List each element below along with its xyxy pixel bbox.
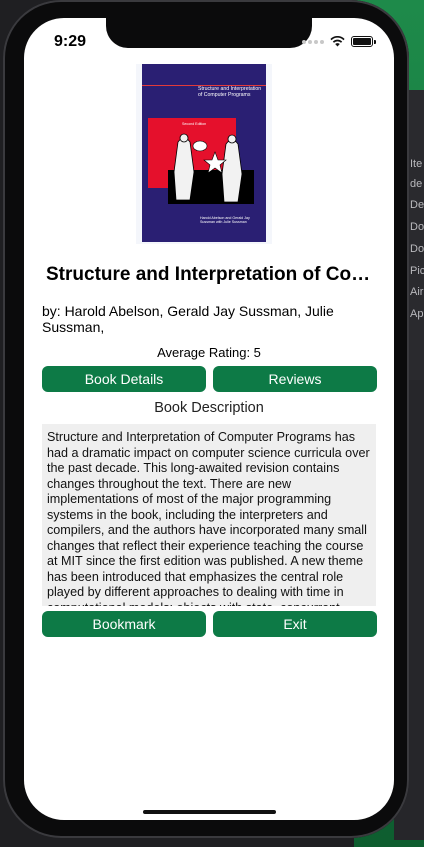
book-authors: by: Harold Abelson, Gerald Jay Sussman, … (42, 303, 334, 335)
wifi-icon (330, 36, 345, 47)
background-text-item: Ite (410, 158, 423, 170)
notch (106, 18, 312, 48)
book-details-button[interactable]: Book Details (42, 366, 206, 392)
description-heading: Book Description (154, 400, 264, 416)
status-icons (302, 36, 376, 47)
cover-authors: Harold Abelson and Gerald Jay Sussman wi… (200, 216, 250, 225)
bookmark-button[interactable]: Bookmark (42, 611, 206, 637)
background-text-item: Do (410, 243, 424, 255)
status-time: 9:29 (54, 33, 87, 50)
background-text-item: de (410, 178, 423, 190)
background-text-item: Pic (410, 265, 424, 277)
book-cover: Structure and Interpretation of Computer… (136, 64, 272, 244)
reviews-button[interactable]: Reviews (213, 366, 377, 392)
cover-edition: Second Edition (182, 122, 207, 126)
average-rating: Average Rating: 5 (157, 345, 261, 360)
home-indicator[interactable] (143, 810, 276, 814)
app-screen: 9:29 Structure and Interpretation of Com… (24, 18, 394, 820)
battery-icon (351, 36, 373, 47)
background-text-item: Air (410, 286, 424, 298)
book-title: Structure and Interpretation of Computer… (46, 264, 372, 285)
signal-icon (302, 39, 324, 44)
cover-title: Structure and Interpretation of Computer… (198, 86, 262, 98)
exit-button[interactable]: Exit (213, 611, 377, 637)
background-text-item: Ap (410, 308, 424, 320)
cover-illustration (168, 133, 254, 204)
phone-frame: 9:29 Structure and Interpretation of Com… (3, 0, 409, 838)
description-scroll-area[interactable]: Structure and Interpretation of Computer… (42, 424, 376, 606)
book-cover-image: Structure and Interpretation of Computer… (142, 64, 266, 242)
background-text-item: Do (410, 221, 424, 233)
background-text-item: De (410, 199, 424, 211)
description-text: Structure and Interpretation of Computer… (47, 430, 370, 606)
